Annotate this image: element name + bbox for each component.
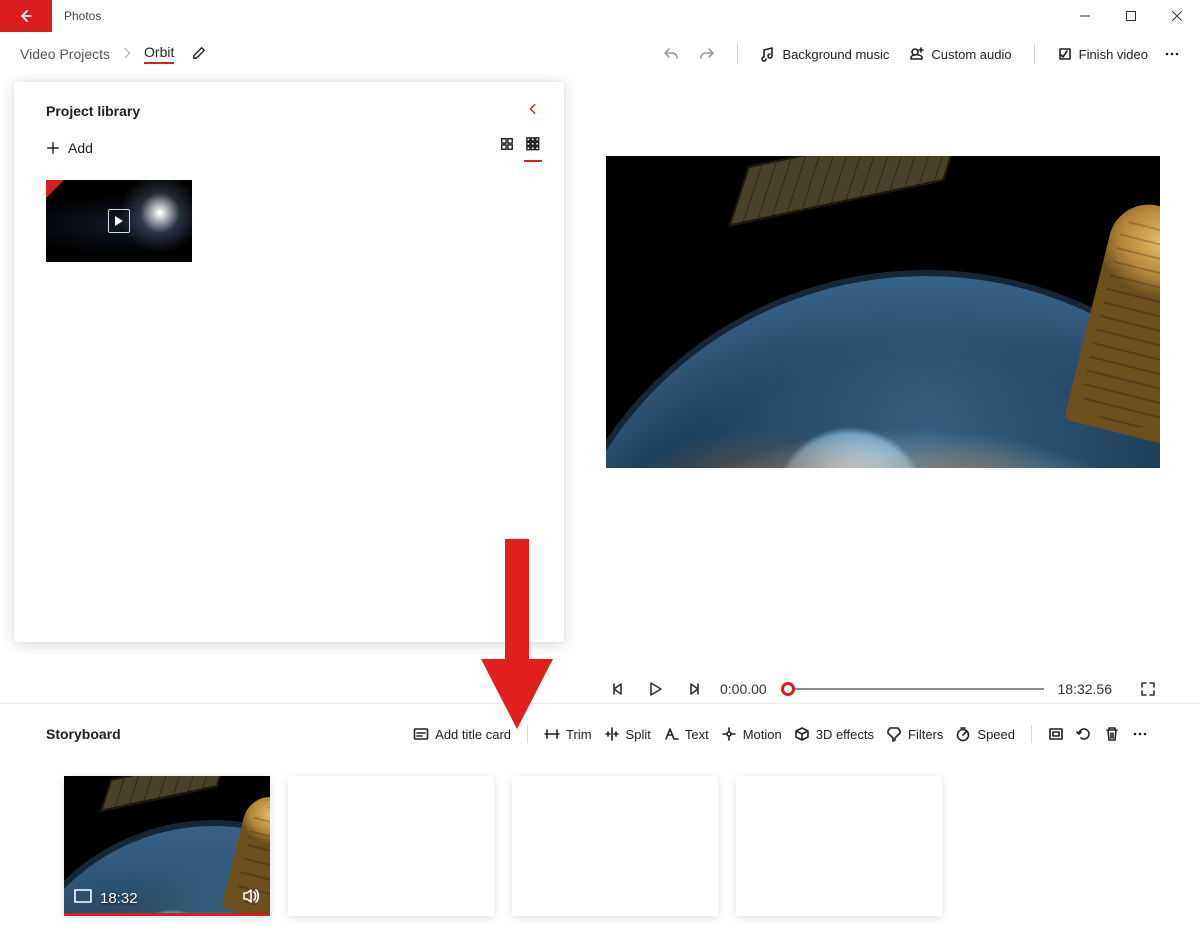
storyboard-toolbar: Storyboard Add title card Trim Split Tex… <box>0 722 1200 746</box>
split-label: Split <box>626 727 651 742</box>
next-frame-button[interactable] <box>682 682 706 696</box>
aspect-ratio-icon <box>74 889 92 907</box>
seek-track <box>781 688 1044 690</box>
delete-clip-button[interactable] <box>1098 722 1126 746</box>
breadcrumb-root[interactable]: Video Projects <box>20 46 110 62</box>
filters-label: Filters <box>908 727 943 742</box>
add-media-label: Add <box>68 140 93 156</box>
speed-label: Speed <box>977 727 1015 742</box>
previous-frame-button[interactable] <box>606 682 630 696</box>
clip-duration: 18:32 <box>100 890 138 907</box>
current-timecode: 0:00.00 <box>720 681 767 697</box>
titlebar: Photos <box>0 0 1200 32</box>
motion-label: Motion <box>743 727 782 742</box>
resize-button[interactable] <box>1042 722 1070 746</box>
rotate-button[interactable] <box>1070 722 1098 746</box>
add-media-button[interactable]: Add <box>46 140 93 156</box>
command-bar: Video Projects Orbit Background music Cu… <box>0 32 1200 76</box>
split-button[interactable]: Split <box>598 722 657 746</box>
back-button[interactable] <box>0 0 52 32</box>
collapse-library-button[interactable] <box>526 102 540 119</box>
finish-video-button[interactable]: Finish video <box>1051 42 1154 66</box>
play-button[interactable] <box>644 682 668 696</box>
total-timecode: 18:32.56 <box>1058 681 1113 697</box>
seek-bar[interactable] <box>781 679 1044 699</box>
filters-button[interactable]: Filters <box>880 722 949 746</box>
3d-effects-label: 3D effects <box>816 727 874 742</box>
library-clip-1[interactable] <box>46 180 192 262</box>
separator <box>737 44 738 64</box>
storyboard-slot-empty-1[interactable] <box>288 776 494 916</box>
trim-label: Trim <box>566 727 592 742</box>
finish-video-label: Finish video <box>1079 47 1148 62</box>
custom-audio-label: Custom audio <box>931 47 1011 62</box>
maximize-button[interactable] <box>1108 0 1154 32</box>
separator <box>1031 725 1032 743</box>
fullscreen-button[interactable] <box>1136 681 1160 697</box>
storyboard-section: Storyboard Add title card Trim Split Tex… <box>0 703 1200 940</box>
background-music-button[interactable]: Background music <box>754 42 895 66</box>
play-icon <box>108 209 130 233</box>
audio-icon <box>242 888 260 908</box>
text-label: Text <box>685 727 709 742</box>
background-music-label: Background music <box>782 47 889 62</box>
annotation-arrow-icon <box>477 539 557 739</box>
storyboard-more-button[interactable] <box>1126 722 1154 746</box>
redo-button[interactable] <box>693 42 721 66</box>
project-library-title: Project library <box>46 103 526 119</box>
seek-thumb[interactable] <box>781 682 795 696</box>
minimize-button[interactable] <box>1062 0 1108 32</box>
motion-button[interactable]: Motion <box>715 722 788 746</box>
preview-frame[interactable] <box>606 156 1160 468</box>
storyboard-slot-empty-3[interactable] <box>736 776 942 916</box>
preview-area: 0:00.00 18:32.56 <box>564 76 1200 703</box>
custom-audio-button[interactable]: Custom audio <box>903 42 1017 66</box>
app-title: Photos <box>52 0 1062 32</box>
main-area: Project library Add <box>0 76 1200 703</box>
speed-button[interactable]: Speed <box>949 722 1021 746</box>
storyboard-clips: 18:32 <box>0 746 1200 940</box>
storyboard-clip-1[interactable]: 18:32 <box>64 776 270 916</box>
breadcrumb-current[interactable]: Orbit <box>144 44 174 64</box>
separator <box>1034 44 1035 64</box>
storyboard-title: Storyboard <box>46 726 121 742</box>
more-options-button[interactable] <box>1162 42 1182 66</box>
player-controls: 0:00.00 18:32.56 <box>606 661 1160 703</box>
rename-project-button[interactable] <box>192 46 206 63</box>
text-button[interactable]: Text <box>657 722 715 746</box>
storyboard-slot-empty-2[interactable] <box>512 776 718 916</box>
small-tiles-view-button[interactable] <box>526 137 540 158</box>
undo-button[interactable] <box>657 42 685 66</box>
breadcrumb: Video Projects Orbit <box>20 44 206 64</box>
chevron-right-icon <box>120 46 134 63</box>
photos-video-editor-window: Photos Video Projects Orbit <box>0 0 1200 940</box>
3d-effects-button[interactable]: 3D effects <box>788 722 880 746</box>
close-button[interactable] <box>1154 0 1200 32</box>
large-tiles-view-button[interactable] <box>500 137 514 158</box>
